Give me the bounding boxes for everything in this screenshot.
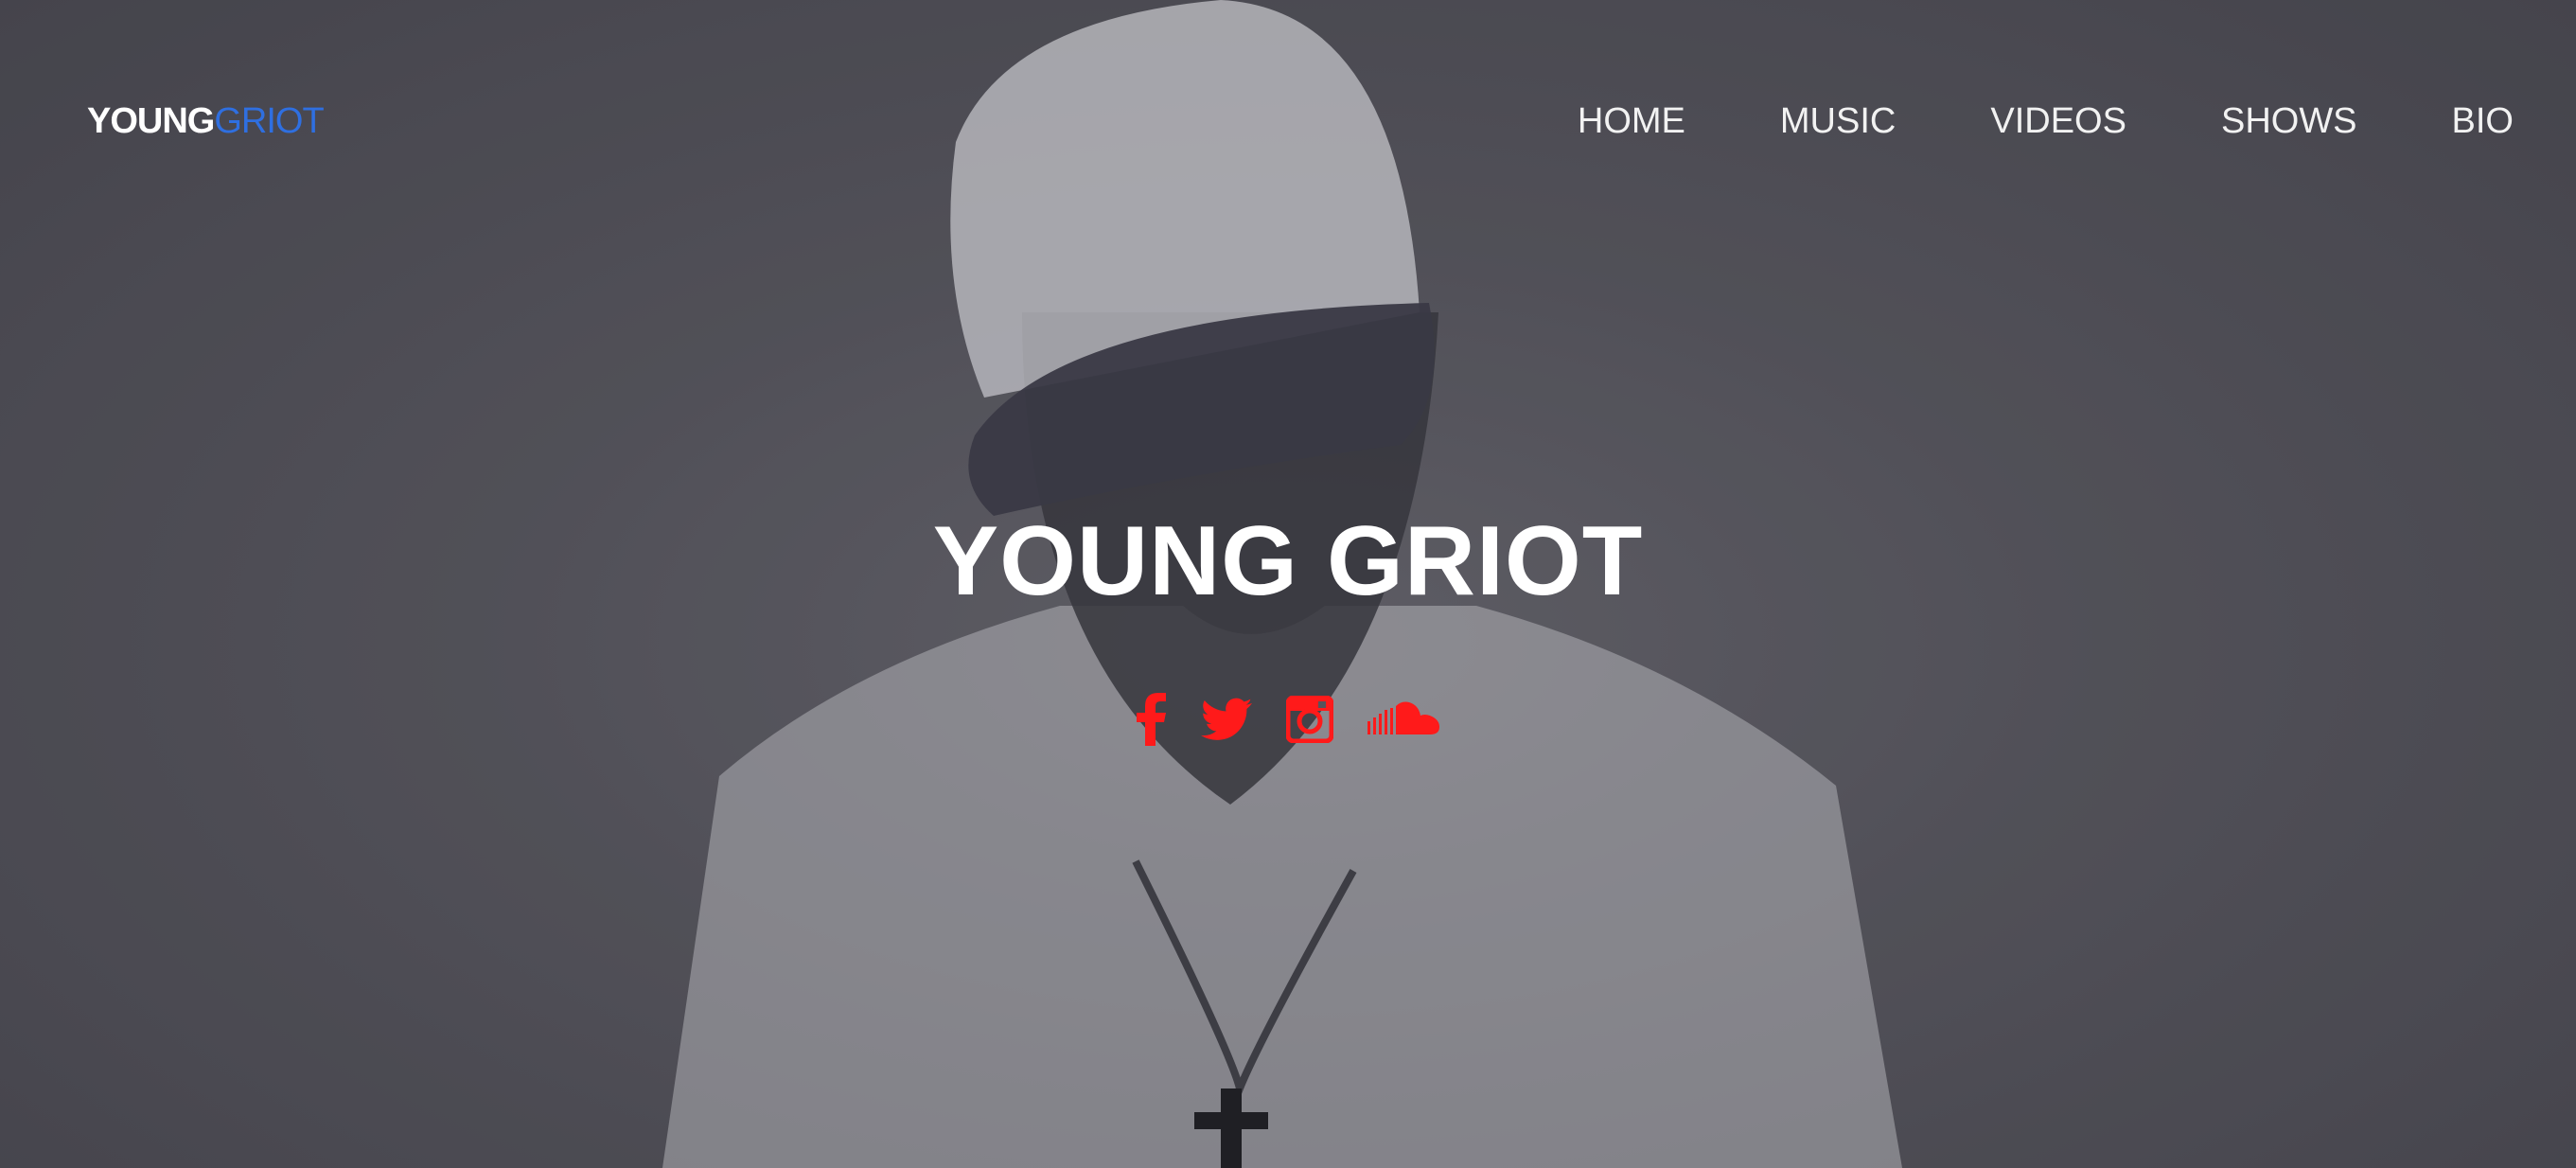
logo-text-accent: GRIOT	[214, 101, 324, 141]
nav-item-music[interactable]: MUSIC	[1780, 98, 1896, 144]
soundcloud-link[interactable]	[1367, 691, 1441, 748]
hero-section: YOUNGGRIOT HOME MUSIC VIDEOS SHOWS BIO Y…	[0, 0, 2576, 1168]
hero-title: YOUNG GRIOT	[932, 506, 1644, 616]
logo-text-primary: YOUNG	[87, 101, 215, 141]
main-nav: HOME MUSIC VIDEOS SHOWS BIO	[1578, 98, 2514, 144]
nav-item-home[interactable]: HOME	[1578, 98, 1685, 144]
soundcloud-icon	[1367, 701, 1439, 734]
nav-item-bio[interactable]: BIO	[2452, 98, 2514, 144]
social-links	[0, 691, 2576, 748]
facebook-link[interactable]	[1135, 691, 1167, 748]
nav-item-shows[interactable]: SHOWS	[2221, 98, 2357, 144]
instagram-link[interactable]	[1286, 691, 1333, 748]
instagram-icon	[1286, 696, 1333, 743]
twitter-link[interactable]	[1201, 691, 1252, 748]
facebook-icon	[1137, 693, 1166, 746]
site-logo[interactable]: YOUNGGRIOT	[87, 98, 325, 144]
nav-item-videos[interactable]: VIDEOS	[1990, 98, 2126, 144]
twitter-icon	[1201, 698, 1252, 740]
